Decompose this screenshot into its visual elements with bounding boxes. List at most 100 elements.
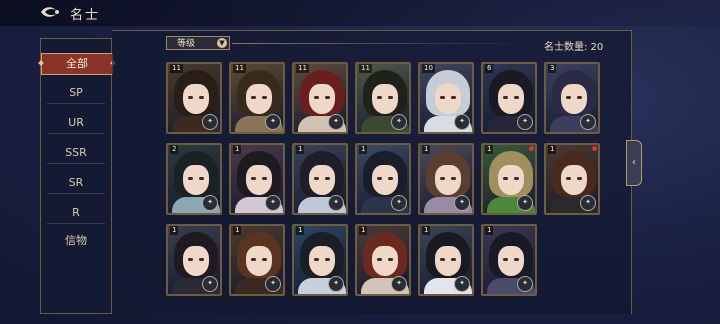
level-label: 10 [422, 64, 435, 73]
level-label: 11 [359, 64, 372, 73]
badge-icon: ✦ [391, 114, 407, 130]
eye [251, 177, 256, 180]
back-arrow-icon[interactable] [38, 4, 62, 20]
eye [503, 177, 508, 180]
character-card[interactable]: 1 ✦ [229, 224, 285, 296]
character-card[interactable]: 1 ✦ [229, 143, 285, 215]
eye [262, 96, 267, 99]
eye [262, 177, 267, 180]
badge-icon: ✦ [202, 195, 218, 211]
character-card[interactable]: 1 ✦ [292, 224, 348, 296]
eye [440, 177, 445, 180]
badge-icon: ✦ [517, 276, 533, 292]
character-card[interactable]: 1 ✦ [166, 224, 222, 296]
character-card[interactable]: 10 ✦ [418, 62, 474, 134]
character-card[interactable]: 11 ✦ [166, 62, 222, 134]
eye [377, 177, 382, 180]
level-label: 1 [296, 145, 305, 154]
eye [503, 258, 508, 261]
eye [377, 96, 382, 99]
level-label: 1 [170, 226, 179, 235]
badge-icon: ✦ [517, 195, 533, 211]
badge-icon: ✦ [265, 195, 281, 211]
level-label: 1 [233, 226, 242, 235]
category-ur[interactable]: UR [47, 113, 105, 134]
character-card[interactable]: 11 ✦ [292, 62, 348, 134]
sort-label: 等级 [177, 39, 196, 49]
character-card[interactable]: 1 ✦ [481, 143, 537, 215]
eye [514, 96, 519, 99]
character-face [309, 84, 335, 114]
category-sp[interactable]: SP [47, 83, 105, 104]
eye [514, 177, 519, 180]
badge-icon: ✦ [454, 114, 470, 130]
badge-icon: ✦ [328, 195, 344, 211]
badge-icon: ✦ [202, 114, 218, 130]
eye [514, 258, 519, 261]
category-ssr[interactable]: SSR [47, 143, 105, 164]
character-face [435, 165, 461, 195]
character-face [435, 84, 461, 114]
eye [199, 177, 204, 180]
eye [440, 258, 445, 261]
eye [314, 258, 319, 261]
character-face [309, 246, 335, 276]
eye [577, 96, 582, 99]
chevron-down-icon: ▼ [217, 38, 227, 48]
eye [451, 258, 456, 261]
character-card[interactable]: 2 ✦ [166, 143, 222, 215]
chevron-left-icon[interactable]: ‹ [626, 140, 642, 186]
character-face [183, 84, 209, 114]
eye [251, 96, 256, 99]
character-face [309, 165, 335, 195]
category-all[interactable]: 全部 [41, 53, 113, 75]
character-card[interactable]: 11 ✦ [229, 62, 285, 134]
category-sidebar: 全部 SP UR SSR SR R 信物 [40, 38, 113, 314]
character-count: 名士数量: 20 [544, 42, 604, 53]
character-card[interactable]: 3 ✦ [544, 62, 600, 134]
character-card[interactable]: 1 ✦ [418, 143, 474, 215]
eye [577, 177, 582, 180]
character-card[interactable]: 1 ✦ [355, 143, 411, 215]
eye [451, 177, 456, 180]
character-card[interactable]: 1 ✦ [544, 143, 600, 215]
character-card[interactable]: 1 ✦ [355, 224, 411, 296]
eye [377, 258, 382, 261]
eye [325, 177, 330, 180]
character-card[interactable]: 11 ✦ [355, 62, 411, 134]
eye [325, 96, 330, 99]
page-title: 名士 [70, 8, 101, 23]
category-r[interactable]: R [47, 203, 105, 224]
character-face [372, 84, 398, 114]
level-label: 3 [548, 64, 557, 73]
level-label: 11 [170, 64, 183, 73]
eye [314, 177, 319, 180]
character-face [246, 246, 272, 276]
level-label: 1 [548, 145, 557, 154]
category-tokens[interactable]: 信物 [47, 231, 105, 251]
character-card[interactable]: 1 ✦ [418, 224, 474, 296]
badge-icon: ✦ [454, 195, 470, 211]
character-card[interactable]: 6 ✦ [481, 62, 537, 134]
badge-icon: ✦ [391, 276, 407, 292]
character-face [246, 165, 272, 195]
character-face [498, 165, 524, 195]
sort-dropdown[interactable]: 等级 ▼ [166, 36, 230, 50]
divider [232, 43, 532, 44]
eye [251, 258, 256, 261]
category-sr[interactable]: SR [47, 173, 105, 194]
eye [325, 258, 330, 261]
level-label: 6 [485, 64, 494, 73]
eye [451, 96, 456, 99]
eye [188, 258, 193, 261]
character-card[interactable]: 1 ✦ [481, 224, 537, 296]
eye [188, 96, 193, 99]
badge-icon: ✦ [454, 276, 470, 292]
level-label: 2 [170, 145, 179, 154]
character-card[interactable]: 1 ✦ [292, 143, 348, 215]
badge-icon: ✦ [580, 195, 596, 211]
character-face [183, 165, 209, 195]
badge-icon: ✦ [580, 114, 596, 130]
level-label: 11 [296, 64, 309, 73]
badge-icon: ✦ [265, 276, 281, 292]
